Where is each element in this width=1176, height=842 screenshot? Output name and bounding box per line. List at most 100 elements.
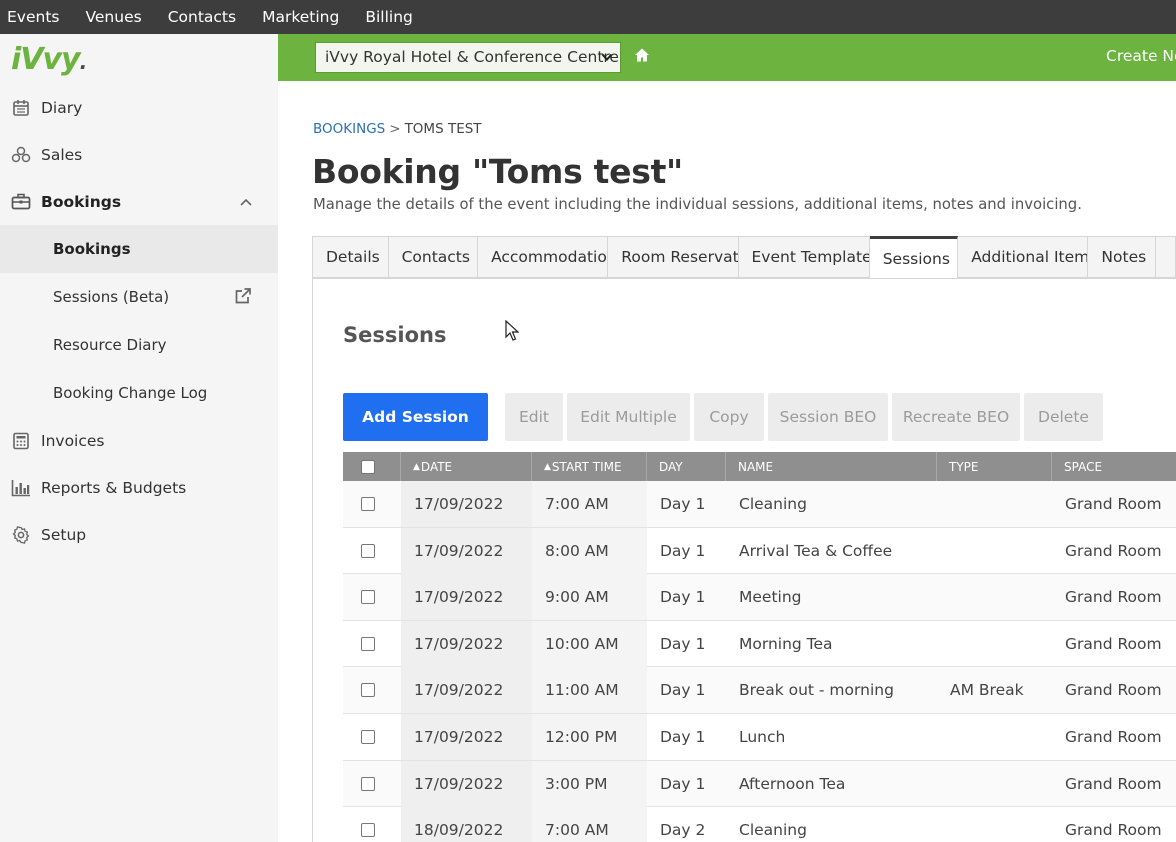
cell-day: Day 1 bbox=[660, 634, 706, 653]
menu-contacts[interactable]: Contacts bbox=[160, 8, 244, 26]
column-header-day[interactable]: DAY bbox=[647, 452, 726, 481]
tab-more[interactable] bbox=[1156, 236, 1176, 278]
table-row[interactable]: 17/09/2022 7:00 AM Day 1 Cleaning Grand Room bbox=[343, 481, 1176, 528]
row-checkbox[interactable] bbox=[361, 683, 375, 698]
breadcrumb: BOOKINGS > TOMS TEST bbox=[313, 121, 482, 137]
create-new-button[interactable]: Create Ne bbox=[1106, 47, 1176, 65]
table-row[interactable]: 17/09/2022 8:00 AM Day 1 Arrival Tea & Coff… bbox=[343, 527, 1176, 575]
cell-type bbox=[937, 761, 1052, 807]
column-header-space[interactable]: SPACE bbox=[1052, 452, 1176, 481]
table-row[interactable]: 18/09/2022 7:00 AM Day 2 Cleaning Grand Room bbox=[343, 807, 1176, 842]
row-checkbox[interactable] bbox=[361, 543, 375, 558]
sidebar-item-reports-budgets[interactable]: Reports & Budgets bbox=[0, 464, 278, 511]
cell-type: AM Break bbox=[950, 681, 1024, 700]
session-beo-button[interactable]: Session BEO bbox=[768, 393, 888, 441]
cell-time: 7:00 AM bbox=[532, 481, 647, 527]
menu-marketing[interactable]: Marketing bbox=[254, 8, 347, 26]
menu-billing[interactable]: Billing bbox=[357, 8, 421, 26]
cell-space: Grand Room bbox=[1065, 681, 1162, 700]
cell-time: 8:00 AM bbox=[532, 527, 647, 574]
cell-date: 17/09/2022 bbox=[401, 620, 532, 667]
cell-space: Grand Room bbox=[1065, 727, 1162, 746]
edit-button[interactable]: Edit bbox=[505, 393, 563, 441]
table-row[interactable]: 17/09/2022 3:00 PM Day 1 Afternoon Tea Grand… bbox=[343, 760, 1176, 808]
sidebar-item-label: Bookings bbox=[41, 192, 122, 211]
venue-select[interactable]: iVvy Royal Hotel & Conference Centre bbox=[315, 42, 621, 73]
sessions-toolbar: Add Session Edit Edit Multiple Copy Session… bbox=[343, 393, 1107, 441]
cell-name: Meeting bbox=[739, 588, 802, 607]
column-header-date[interactable]: ▲ DATE bbox=[401, 452, 532, 481]
menu-events[interactable]: Events bbox=[0, 8, 67, 26]
cell-date: 17/09/2022 bbox=[401, 713, 532, 760]
row-checkbox[interactable] bbox=[361, 823, 375, 838]
cell-type bbox=[937, 481, 1052, 527]
table-row[interactable]: 17/09/2022 9:00 AM Day 1 Meeting Grand Room bbox=[343, 574, 1176, 621]
delete-button[interactable]: Delete bbox=[1024, 393, 1103, 441]
menu-venues[interactable]: Venues bbox=[77, 8, 149, 26]
tab-contacts[interactable]: Contacts bbox=[388, 236, 479, 278]
cell-time: 7:00 AM bbox=[532, 807, 647, 842]
sidebar-item-label: Diary bbox=[41, 98, 83, 117]
tab-sessions[interactable]: Sessions bbox=[869, 236, 959, 278]
column-header-label: NAME bbox=[738, 459, 774, 474]
cell-time: 12:00 PM bbox=[532, 713, 647, 760]
breadcrumb-bookings-link[interactable]: BOOKINGS bbox=[313, 121, 385, 137]
sidebar-item-sales[interactable]: Sales bbox=[0, 131, 278, 178]
tab-additional-items[interactable]: Additional Items bbox=[958, 236, 1089, 278]
sidebar-subitem-label: Sessions (Beta) bbox=[53, 288, 170, 306]
home-icon[interactable] bbox=[634, 47, 650, 67]
row-checkbox[interactable] bbox=[361, 497, 375, 511]
cell-date: 17/09/2022 bbox=[401, 527, 532, 574]
table-row[interactable]: 17/09/2022 10:00 AM Day 1 Morning Tea Grand … bbox=[343, 620, 1176, 668]
recreate-beo-button[interactable]: Recreate BEO bbox=[892, 393, 1020, 441]
sidebar-subitem-sessions-beta[interactable]: Sessions (Beta) bbox=[0, 273, 278, 321]
cell-name: Break out - morning bbox=[739, 681, 894, 700]
cell-time: 9:00 AM bbox=[532, 574, 647, 621]
tab-room-reservatic[interactable]: Room Reservatic bbox=[608, 236, 739, 278]
edit-multiple-button[interactable]: Edit Multiple bbox=[567, 393, 690, 441]
column-header-start-time[interactable]: ▲ START TIME bbox=[532, 452, 647, 481]
cell-time: 11:00 AM bbox=[532, 667, 647, 714]
cell-date: 17/09/2022 bbox=[401, 667, 532, 714]
select-all-checkbox[interactable] bbox=[360, 459, 375, 474]
copy-button[interactable]: Copy bbox=[694, 393, 764, 441]
sidebar-item-bookings[interactable]: Bookings bbox=[0, 178, 278, 225]
row-checkbox[interactable] bbox=[361, 776, 375, 791]
table-row[interactable]: 17/09/2022 11:00 AM Day 1 Break out - morni… bbox=[343, 667, 1176, 714]
tab-accommodation[interactable]: Accommodation bbox=[478, 236, 609, 278]
sidebar-subitem-booking-change-log[interactable]: Booking Change Log bbox=[0, 369, 278, 417]
sidebar-item-setup[interactable]: Setup bbox=[0, 511, 278, 558]
cell-type bbox=[937, 528, 1052, 574]
column-header-label: SPACE bbox=[1064, 459, 1103, 474]
cell-date: 17/09/2022 bbox=[401, 760, 532, 807]
sidebar-item-label: Sales bbox=[41, 145, 83, 164]
cell-time: 3:00 PM bbox=[532, 760, 647, 807]
sidebar-item-diary[interactable]: Diary bbox=[0, 84, 278, 131]
tab-details[interactable]: Details bbox=[312, 236, 389, 278]
cell-day: Day 1 bbox=[660, 774, 706, 793]
cell-type bbox=[937, 621, 1052, 667]
chevron-up-icon[interactable] bbox=[240, 193, 252, 211]
tab-notes[interactable]: Notes bbox=[1088, 236, 1157, 278]
column-header-name[interactable]: NAME bbox=[726, 452, 937, 481]
column-header-label: DATE bbox=[420, 459, 453, 474]
sidebar-subitem-resource-diary[interactable]: Resource Diary bbox=[0, 321, 278, 369]
cell-name: Cleaning bbox=[739, 821, 807, 840]
row-checkbox[interactable] bbox=[361, 729, 375, 744]
logo[interactable]: iVvy. bbox=[11, 42, 88, 77]
cell-day: Day 1 bbox=[660, 495, 706, 513]
row-checkbox[interactable] bbox=[361, 590, 375, 605]
calculator-icon bbox=[11, 431, 31, 451]
logo-dot: . bbox=[79, 50, 88, 74]
row-checkbox[interactable] bbox=[361, 636, 375, 651]
cell-date: 17/09/2022 bbox=[401, 574, 532, 621]
add-session-button[interactable]: Add Session bbox=[343, 393, 488, 441]
sidebar-nav: Diary Sales Bookings Bookings Sessions (… bbox=[0, 84, 278, 558]
sidebar-item-label: Invoices bbox=[41, 431, 105, 450]
sidebar-item-invoices[interactable]: Invoices bbox=[0, 417, 278, 464]
sidebar-subitem-bookings[interactable]: Bookings bbox=[0, 225, 278, 273]
column-header-type[interactable]: TYPE bbox=[937, 452, 1052, 481]
table-row[interactable]: 17/09/2022 12:00 PM Day 1 Lunch Grand Room bbox=[343, 713, 1176, 761]
tab-event-templates[interactable]: Event Templates bbox=[738, 236, 870, 278]
cell-name: Arrival Tea & Coffee bbox=[739, 541, 893, 560]
